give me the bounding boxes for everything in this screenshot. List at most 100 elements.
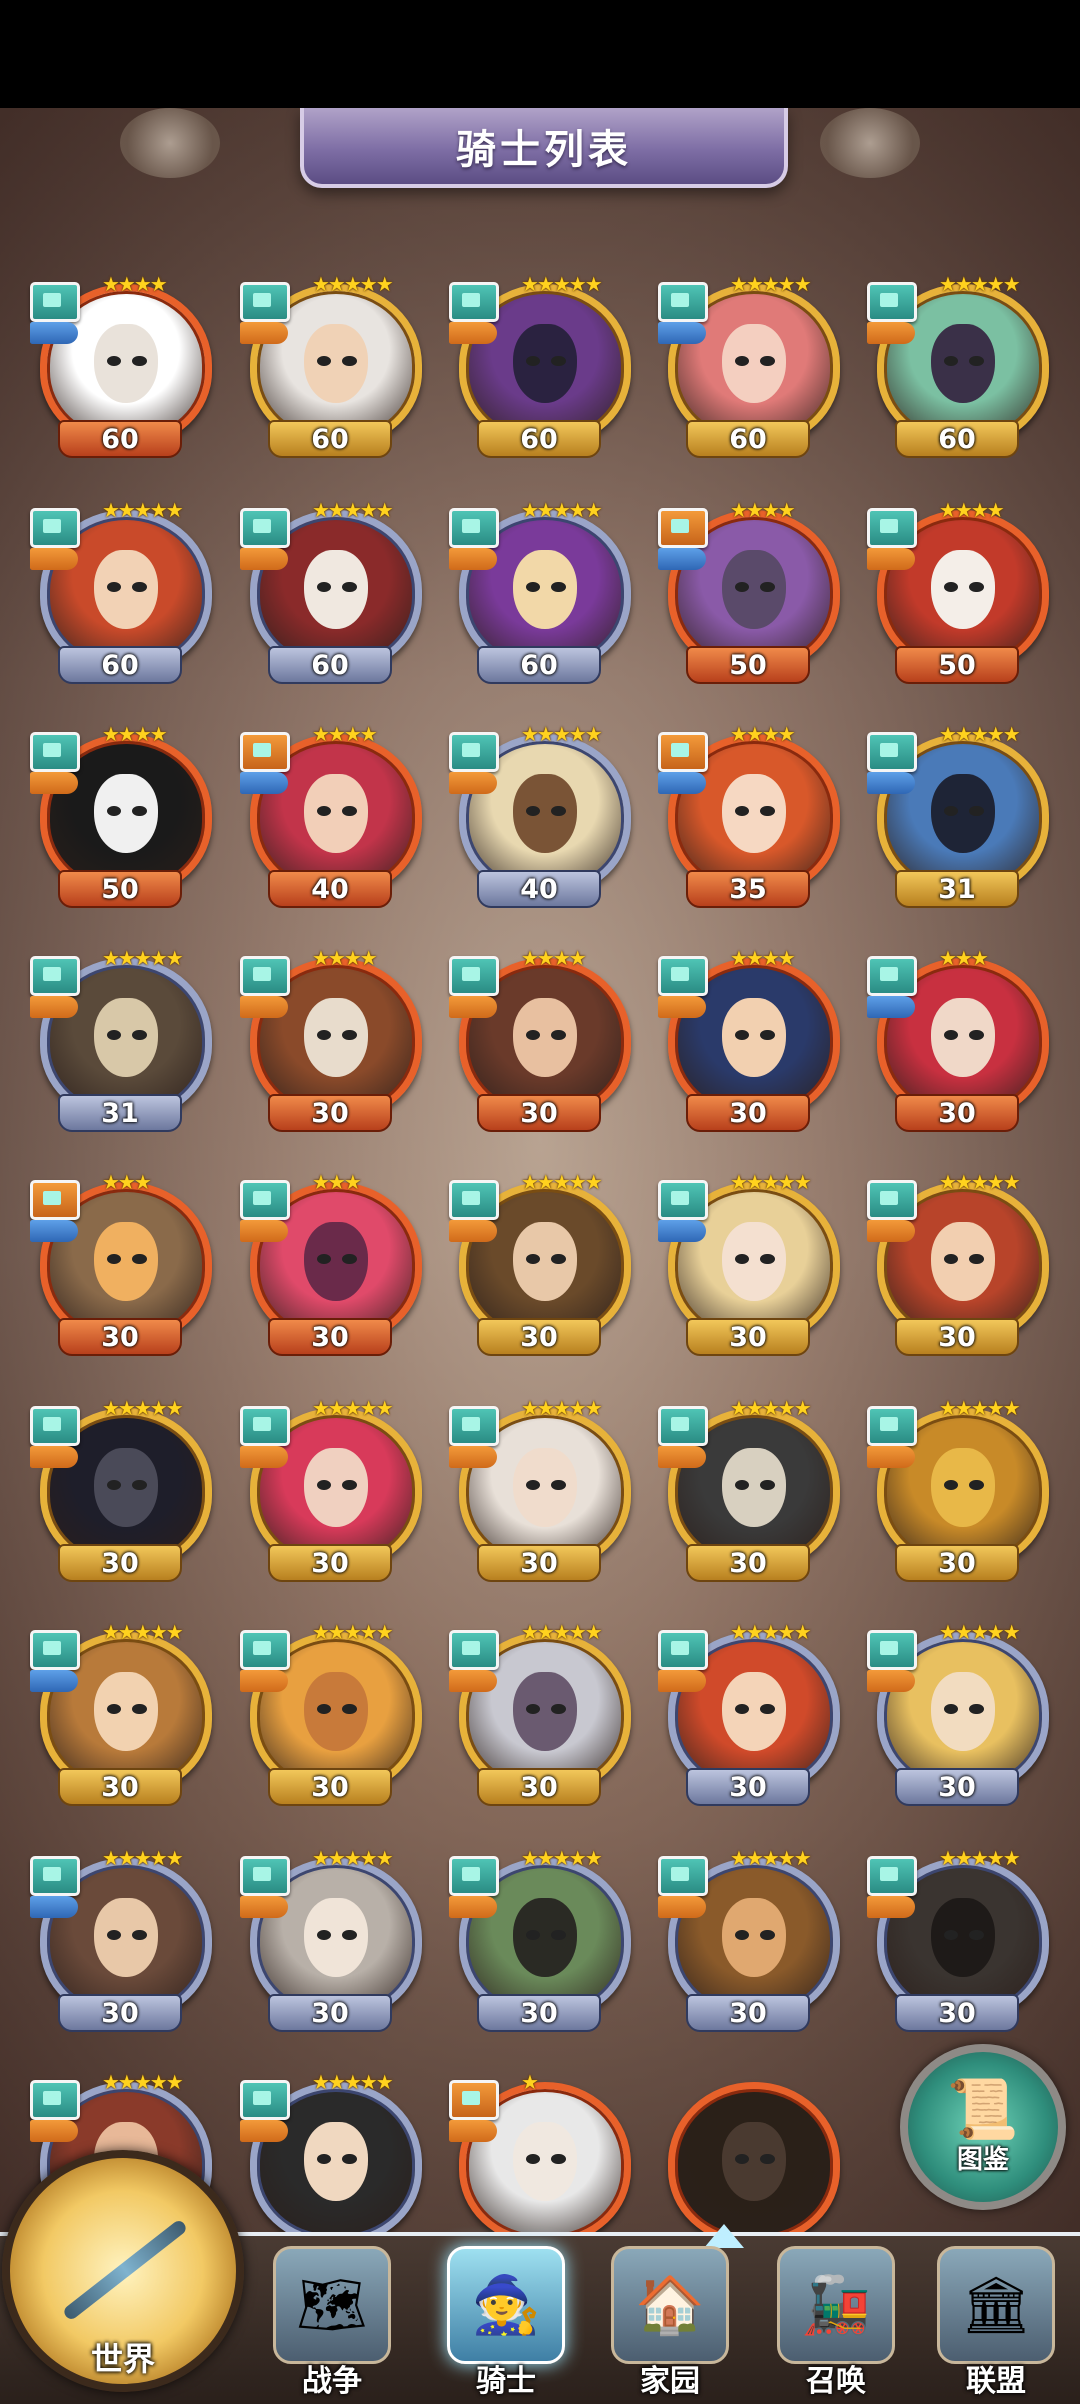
weapon-tag-icon (30, 1446, 78, 1468)
knight-card[interactable]: ★★★★★ 30 (240, 1846, 422, 2032)
class-badge-icon (30, 508, 80, 548)
knight-card[interactable]: ★★★★★ 30 (449, 1170, 631, 1356)
nav-alliance[interactable]: 🏛 联盟 (926, 2240, 1066, 2400)
knight-eye (551, 356, 566, 367)
star-rating: ★★★★ (939, 498, 1005, 522)
knight-card[interactable]: ★★★★★ 30 (240, 1620, 422, 1806)
knight-card[interactable]: ★★★★★ 30 (658, 1396, 840, 1582)
weapon-tag-icon (30, 548, 78, 570)
knight-eye (760, 1480, 775, 1491)
knight-card[interactable]: ★★★★★ 30 (867, 1846, 1049, 2032)
knight-card[interactable] (658, 2070, 840, 2250)
level-plate: 60 (58, 646, 182, 684)
knight-level: 30 (520, 1997, 558, 2029)
nav-summon[interactable]: 🚂 召唤 (766, 2240, 906, 2400)
knight-card[interactable]: ★★★★ 50 (658, 498, 840, 684)
weapon-tag-icon (658, 322, 706, 344)
level-plate: 30 (268, 1544, 392, 1582)
class-badge-icon (30, 1856, 80, 1896)
weapon-tag-icon (240, 772, 288, 794)
knight-head (722, 1221, 786, 1302)
knight-card[interactable]: ★★★★★ 30 (449, 1396, 631, 1582)
star-rating: ★★★★★ (730, 1170, 812, 1194)
knight-level: 30 (311, 1097, 349, 1129)
star-rating: ★★★★★ (102, 1396, 184, 1420)
knight-head (94, 1897, 158, 1978)
knight-card[interactable]: ★★★★ 50 (30, 722, 212, 908)
class-badge-icon (867, 1856, 917, 1896)
knight-head (94, 323, 158, 404)
nav-world-label: 世界 (90, 2340, 155, 2378)
level-plate: 30 (268, 1318, 392, 1356)
knight-card[interactable]: ★★★★★ 30 (449, 1846, 631, 2032)
knight-card[interactable]: ★★★★★ 30 (240, 1396, 422, 1582)
knight-card[interactable]: ★ (449, 2070, 631, 2250)
knight-card[interactable]: ★★★★ 30 (240, 946, 422, 1132)
knight-card[interactable]: ★★★★★ 30 (867, 1396, 1049, 1582)
knight-card[interactable]: ★★★★★ 30 (658, 1620, 840, 1806)
nav-knight[interactable]: 🧙 骑士 (436, 2240, 576, 2400)
knight-card[interactable]: ★★★★ 50 (867, 498, 1049, 684)
level-plate: 30 (268, 1768, 392, 1806)
knight-card[interactable]: ★★★★ 30 (658, 946, 840, 1132)
knight-card[interactable]: ★★★★★ 30 (867, 1620, 1049, 1806)
weapon-tag-icon (867, 1670, 915, 1692)
atlas-button[interactable]: 📜 图鉴 (900, 2044, 1066, 2210)
nav-home[interactable]: 🏠 家园 (600, 2240, 740, 2400)
knight-card[interactable]: ★★★★★ 60 (867, 272, 1049, 458)
nav-world[interactable]: 世界 (2, 2150, 244, 2392)
knight-card[interactable]: ★★★★ 40 (240, 722, 422, 908)
weapon-tag-icon (658, 1446, 706, 1468)
level-plate: 30 (895, 1094, 1019, 1132)
weapon-tag-icon (658, 1670, 706, 1692)
knight-card[interactable]: ★★★★★ 60 (240, 498, 422, 684)
knight-card[interactable]: ★★★ 30 (240, 1170, 422, 1356)
knight-card[interactable]: ★★★★★ 31 (867, 722, 1049, 908)
knight-head (722, 997, 786, 1078)
level-plate: 31 (895, 870, 1019, 908)
class-badge-icon (30, 2080, 80, 2120)
class-badge-icon (658, 732, 708, 772)
knight-card[interactable]: ★★★★★ 40 (449, 722, 631, 908)
knight-card[interactable]: ★★★★★ 60 (30, 498, 212, 684)
knight-card[interactable]: ★★★★★ 60 (449, 498, 631, 684)
class-badge-icon (867, 1180, 917, 1220)
knight-card[interactable]: ★★★★★ 60 (240, 272, 422, 458)
knight-card[interactable]: ★★★★★ 30 (658, 1846, 840, 2032)
knight-head (304, 997, 368, 1078)
knight-card[interactable]: ★★★★★ 60 (658, 272, 840, 458)
level-plate: 60 (895, 420, 1019, 458)
knight-card[interactable]: ★★★ 30 (30, 1170, 212, 1356)
star-rating: ★★★★ (312, 946, 378, 970)
class-badge-icon (867, 732, 917, 772)
knight-card[interactable]: ★★★★★ 31 (30, 946, 212, 1132)
weapon-tag-icon (449, 1670, 497, 1692)
page-title-bar: 骑士列表 (300, 108, 788, 188)
weapon-tag-icon (240, 322, 288, 344)
knight-card[interactable]: ★★★★★ 60 (449, 272, 631, 458)
knight-card[interactable]: ★★★★★ 30 (30, 1620, 212, 1806)
knight-card[interactable]: ★★★★★ (240, 2070, 422, 2250)
weapon-tag-icon (240, 548, 288, 570)
knight-level: 30 (520, 1771, 558, 1803)
class-badge-icon (449, 282, 499, 322)
level-plate: 50 (686, 646, 810, 684)
knight-card[interactable]: ★★★★ 35 (658, 722, 840, 908)
knight-card[interactable]: ★★★★ 30 (449, 946, 631, 1132)
class-badge-icon (867, 508, 917, 548)
knight-eye (969, 1030, 984, 1041)
level-plate: 35 (686, 870, 810, 908)
knight-card[interactable]: ★★★★★ 30 (658, 1170, 840, 1356)
knight-card[interactable]: ★★★★★ 30 (30, 1846, 212, 2032)
knight-head (931, 1447, 995, 1528)
nav-war[interactable]: 🗺 战争 (262, 2240, 402, 2400)
knight-card[interactable]: ★★★ 30 (867, 946, 1049, 1132)
knight-card[interactable]: ★★★★★ 30 (449, 1620, 631, 1806)
level-plate: 60 (58, 420, 182, 458)
knight-eye (132, 1930, 147, 1941)
weapon-tag-icon (658, 1896, 706, 1918)
knight-card[interactable]: ★★★★★ 30 (30, 1396, 212, 1582)
knight-card[interactable]: ★★★★ 60 (30, 272, 212, 458)
knight-card[interactable]: ★★★★★ 30 (867, 1170, 1049, 1356)
knight-head (513, 323, 577, 404)
